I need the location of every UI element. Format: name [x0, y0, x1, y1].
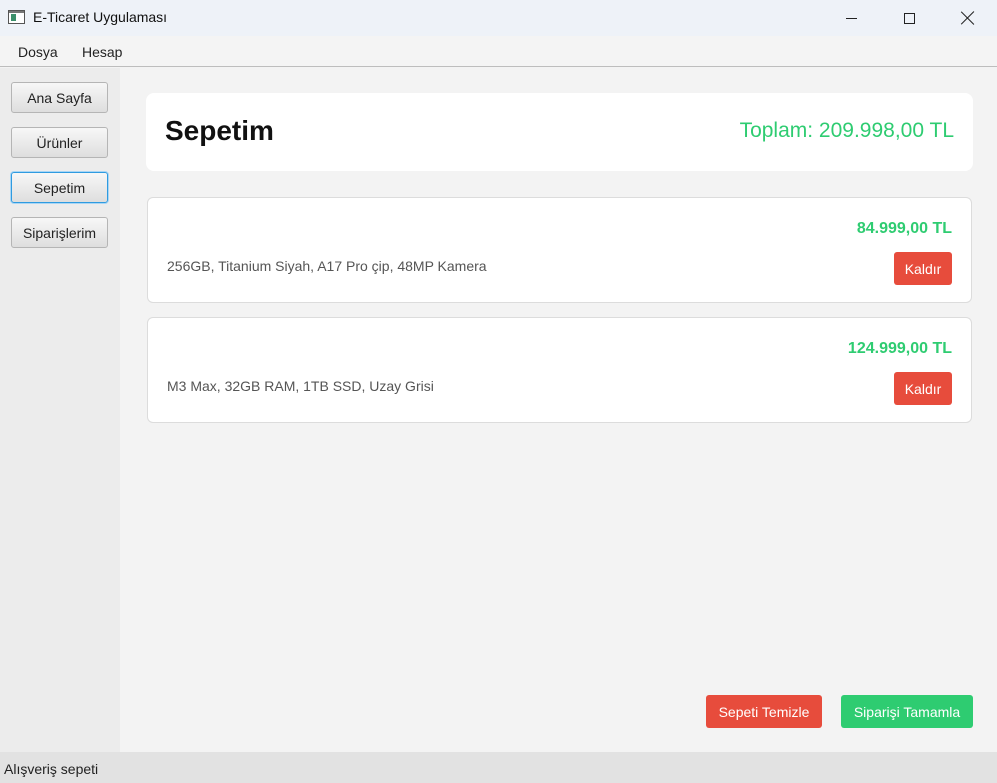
menu-hesap[interactable]: Hesap: [82, 44, 122, 60]
status-text: Alışveriş sepeti: [4, 761, 99, 777]
maximize-icon: [903, 12, 915, 24]
page-title: Sepetim: [165, 115, 274, 146]
title-bar: E-Ticaret Uygulaması: [0, 0, 997, 36]
item-price: 84.999,00 TL: [856, 220, 952, 237]
clear-cart-button[interactable]: Sepeti Temizle: [706, 695, 822, 728]
item-price: 124.999,00 TL: [847, 340, 952, 357]
status-bar: Alışveriş sepeti: [0, 752, 997, 783]
nav-urunler-button[interactable]: Ürünler: [11, 127, 108, 158]
checkout-button[interactable]: Siparişi Tamamla: [841, 695, 973, 728]
close-icon: [961, 11, 975, 25]
item-description: 256GB, Titanium Siyah, A17 Pro çip, 48MP…: [167, 258, 487, 274]
cart-item: 84.999,00 TL 256GB, Titanium Siyah, A17 …: [147, 197, 972, 303]
nav-siparislerim-button[interactable]: Siparişlerim: [11, 217, 108, 248]
menu-bar: Dosya Hesap: [0, 36, 997, 67]
nav-ana-sayfa-button[interactable]: Ana Sayfa: [11, 82, 108, 113]
maximize-button[interactable]: [880, 0, 938, 36]
nav-sepetim-button[interactable]: Sepetim: [11, 172, 108, 203]
cart-header-card: Sepetim Toplam: 209.998,00 TL: [146, 93, 973, 171]
remove-item-button[interactable]: Kaldır: [894, 252, 952, 285]
menu-dosya[interactable]: Dosya: [18, 44, 58, 60]
remove-item-button[interactable]: Kaldır: [894, 372, 952, 405]
sidebar: Ana Sayfa Ürünler Sepetim Siparişlerim: [0, 68, 120, 752]
app-window-icon: [8, 10, 25, 24]
cart-item: 124.999,00 TL M3 Max, 32GB RAM, 1TB SSD,…: [147, 317, 972, 423]
item-description: M3 Max, 32GB RAM, 1TB SSD, Uzay Grisi: [167, 378, 434, 394]
minimize-button[interactable]: [822, 0, 880, 36]
minimize-icon: [845, 17, 857, 19]
close-button[interactable]: [939, 0, 997, 36]
cart-total: Toplam: 209.998,00 TL: [739, 119, 954, 142]
window-title: E-Ticaret Uygulaması: [33, 9, 168, 25]
